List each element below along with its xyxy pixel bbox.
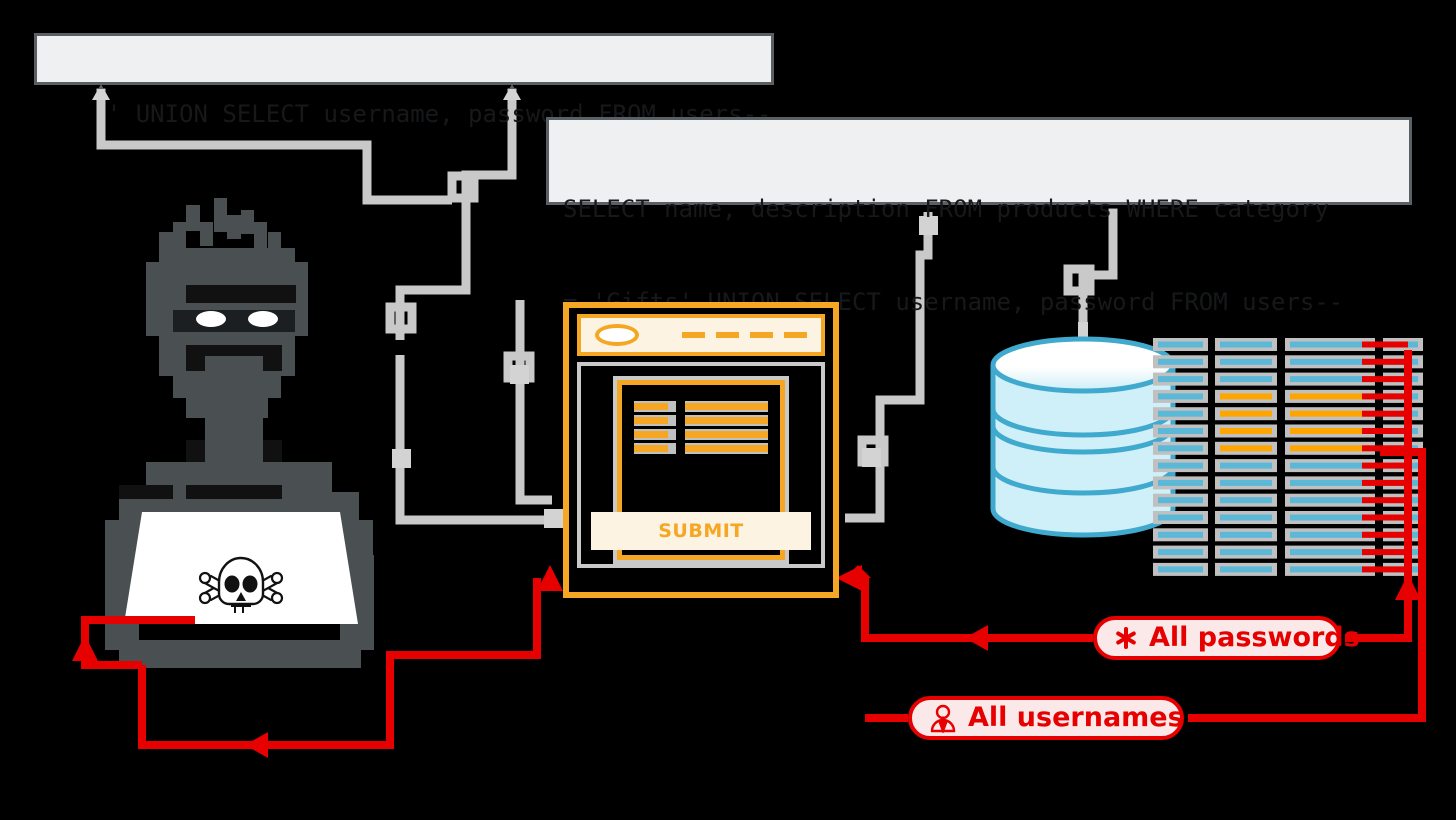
red-arrow-browser-right (836, 565, 862, 591)
table-row-exfil-stub (1362, 549, 1408, 556)
table-cell-bar (1158, 445, 1203, 452)
table-cell-bar (1158, 393, 1203, 400)
table-cell-bar-highlighted (1220, 393, 1272, 400)
table-cell-bar-highlighted (1290, 445, 1370, 452)
browser-nav-links[interactable] (682, 332, 807, 338)
value-bar-fill (685, 431, 768, 438)
table-cell-bar (1290, 566, 1370, 573)
user-icon (928, 703, 958, 733)
table-cell-bar (1158, 410, 1203, 417)
table-cell-bar (1220, 549, 1272, 556)
table-cell-bar (1220, 479, 1272, 486)
label-bar-fill (634, 431, 668, 438)
table-row-exfil-stub (1362, 566, 1408, 573)
browser-window[interactable]: SUBMIT (563, 302, 839, 598)
table-cell-bar (1220, 531, 1272, 538)
table-cell-bar-highlighted (1290, 393, 1370, 400)
browser-titlebar (577, 314, 825, 356)
nav-dash-icon[interactable] (682, 332, 705, 338)
table-cell-bar (1158, 497, 1203, 504)
laptop (124, 512, 358, 624)
injection-payload-box: ' UNION SELECT username, password FROM u… (34, 33, 774, 128)
resulting-query-box: SELECT name, description FROM products W… (546, 117, 1412, 316)
red-arrow-left (245, 732, 268, 758)
diagram-canvas: ' UNION SELECT username, password FROM u… (0, 0, 1456, 820)
table-cell-bar (1220, 566, 1272, 573)
label-bar-fill (634, 445, 668, 452)
value-bar-fill (685, 403, 768, 410)
resulting-query-line-1: SELECT name, description FROM products W… (563, 195, 1329, 223)
value-bar-fill (685, 445, 768, 452)
form-field-value-bar[interactable] (685, 443, 768, 454)
red-arrow-up (72, 635, 98, 661)
nav-dash-icon[interactable] (750, 332, 773, 338)
red-arrow-down (1395, 574, 1421, 600)
table-cell-bar-highlighted (1290, 428, 1370, 434)
table-cell-bar (1158, 549, 1203, 556)
nav-dash-icon[interactable] (716, 332, 739, 338)
form-field-value-bar[interactable] (685, 415, 768, 426)
browser-content-area: SUBMIT (577, 362, 825, 568)
table-cell-bar (1290, 479, 1370, 486)
table-cell-bar (1220, 497, 1272, 504)
table-row-exfil-stub (1362, 410, 1408, 417)
table-cell-bar (1290, 531, 1370, 538)
table-cell-bar (1158, 462, 1203, 469)
label-bar-fill (634, 417, 668, 424)
form-field-row[interactable] (634, 443, 768, 454)
form-field-rows (634, 401, 768, 457)
result-pill-all-passwords: All passwords (1093, 616, 1360, 660)
table-row-exfil-stub (1362, 479, 1408, 486)
table-cell-bar (1158, 566, 1203, 573)
form-field-row[interactable] (634, 401, 768, 412)
table-cell-bar-highlighted (1220, 410, 1272, 417)
table-cell-bar (1220, 514, 1272, 521)
form-field-value-bar[interactable] (685, 429, 768, 440)
table-cell-bar-highlighted (1220, 445, 1272, 452)
site-logo-icon (595, 324, 639, 346)
form-field-label-bar (634, 415, 676, 426)
label-bar-fill (634, 403, 668, 410)
table-row-exfil-stub (1362, 462, 1408, 469)
asterisk-icon (1113, 625, 1139, 651)
red-arrow-left (965, 625, 988, 651)
value-bar-fill (685, 417, 768, 424)
table-cell-bar (1220, 462, 1272, 469)
table-cell-bar (1158, 479, 1203, 486)
table-row-exfil-stub (1362, 393, 1408, 400)
nav-dash-icon[interactable] (784, 332, 807, 338)
table-cell-bar-highlighted (1220, 428, 1272, 434)
table-cell-bar (1158, 531, 1203, 538)
form-field-label-bar (634, 401, 676, 412)
table-cell-bar (1158, 428, 1203, 434)
table-cell-bar (1290, 514, 1370, 521)
submit-button[interactable]: SUBMIT (591, 512, 811, 550)
form-field-value-bar[interactable] (685, 401, 768, 412)
table-cell-bar-highlighted (1290, 410, 1370, 417)
table-row-exfil-stub (1362, 497, 1408, 504)
result-pill-all-usernames: All usernames (908, 696, 1184, 740)
form-field-row[interactable] (634, 415, 768, 426)
table-cell-bar (1290, 497, 1370, 504)
table-row-exfil-stub (1362, 428, 1408, 434)
form-field-row[interactable] (634, 429, 768, 440)
table-row-exfil-stub (1362, 514, 1408, 521)
table-cell-bar (1290, 462, 1370, 469)
table-row-exfil-stub (1362, 531, 1408, 538)
result-pill-label: All usernames (968, 701, 1184, 733)
result-pill-label: All passwords (1149, 621, 1360, 653)
table-cell-bar (1290, 549, 1370, 556)
form-field-label-bar (634, 429, 676, 440)
form-field-label-bar (634, 443, 676, 454)
table-cell-bar (1158, 514, 1203, 521)
